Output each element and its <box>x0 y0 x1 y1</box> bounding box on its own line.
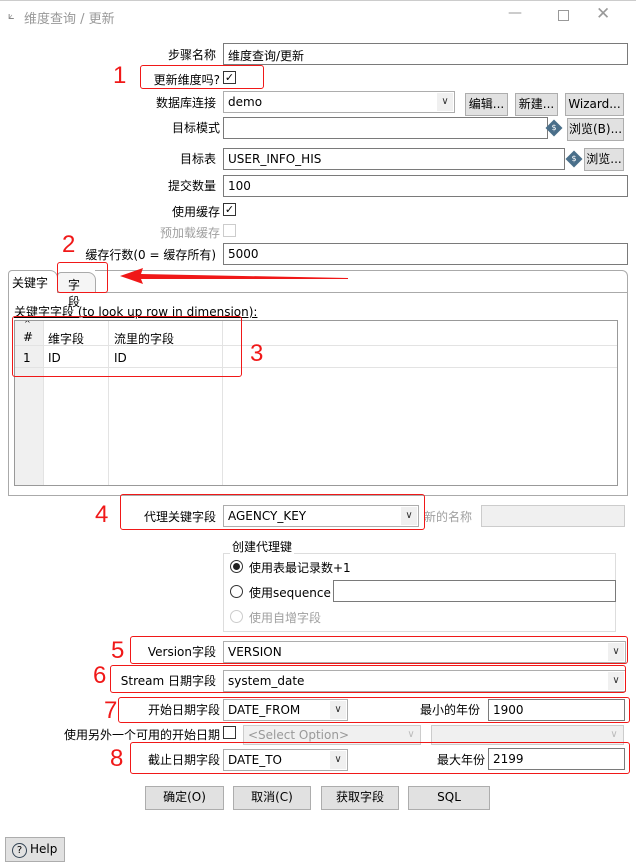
radio-table-max[interactable] <box>230 560 243 573</box>
alt-start-label: 使用另外一个可用的开始日期 <box>63 728 220 742</box>
help-icon: ? <box>12 843 27 858</box>
annotation-box-8 <box>130 742 630 774</box>
browse-schema-button[interactable]: 浏览(B)... <box>567 118 624 141</box>
arrow-annotation <box>120 268 348 284</box>
annotation-box-1 <box>140 65 264 89</box>
group-title: 创建代理键 <box>230 538 295 555</box>
preload-label: 预加载缓存 <box>159 226 220 240</box>
annotation-7: 7 <box>104 697 118 724</box>
annotation-8: 8 <box>110 745 124 772</box>
use-cache-checkbox[interactable]: ✓ <box>223 203 236 216</box>
wizard-button[interactable]: Wizard... <box>565 93 624 116</box>
browse-table-button[interactable]: 浏览... <box>584 148 624 171</box>
annotation-1: 1 <box>113 62 127 89</box>
annotation-2: 2 <box>62 231 76 258</box>
commit-label: 提交数量 <box>167 179 216 193</box>
commit-input[interactable]: 100 <box>223 175 628 197</box>
cancel-button[interactable]: 取消(C) <box>233 786 311 810</box>
annotation-5: 5 <box>111 637 125 664</box>
get-fields-button[interactable]: 获取字段 <box>321 786 399 810</box>
use-cache-label: 使用缓存 <box>171 205 220 219</box>
annotation-4: 4 <box>95 501 109 528</box>
tab-keys[interactable]: 关键字 <box>8 270 58 293</box>
schema-label: 目标模式 <box>171 121 220 135</box>
chevron-down-icon: ∨ <box>403 727 419 743</box>
radio-auto-increment-label: 使用自增字段 <box>249 611 322 625</box>
close-icon[interactable]: ✕ <box>596 4 610 24</box>
annotation-6: 6 <box>93 662 107 689</box>
alt-start-value: <Select Option> <box>248 728 349 742</box>
help-label: Help <box>30 842 58 856</box>
new-name-label: 新的名称 <box>424 510 473 524</box>
annotation-box-7 <box>118 697 630 723</box>
tab-keys-label: 关键字 <box>12 276 49 290</box>
chevron-down-icon: ∨ <box>437 93 453 111</box>
new-name-input <box>481 505 625 527</box>
annotation-box-3 <box>12 316 242 377</box>
cache-rows-label: 缓存行数(0 = 缓存所有) <box>85 248 216 262</box>
window-title: 维度查询 / 更新 <box>24 12 115 27</box>
step-name-label: 步骤名称 <box>167 48 216 62</box>
sql-button[interactable]: SQL <box>408 786 490 810</box>
title-bar: ⟀ 维度查询 / 更新 — ✕ <box>0 0 636 30</box>
minimize-icon[interactable]: — <box>508 5 522 21</box>
alt-start-checkbox[interactable] <box>223 726 236 739</box>
schema-input[interactable] <box>223 117 548 139</box>
help-button[interactable]: ? Help <box>5 837 65 862</box>
db-conn-label: 数据库连接 <box>155 96 216 110</box>
annotation-box-5 <box>130 636 628 664</box>
edit-button[interactable]: 编辑... <box>465 93 508 116</box>
db-conn-select[interactable]: demo ∨ <box>223 91 455 113</box>
radio-table-max-label: 使用表最记录数+1 <box>249 561 351 575</box>
step-name-input[interactable]: 维度查询/更新 <box>223 43 628 65</box>
radio-sequence[interactable] <box>230 585 243 598</box>
annotation-box-6 <box>110 665 626 693</box>
chevron-down-icon: ∨ <box>606 727 622 743</box>
annotation-3: 3 <box>250 340 264 367</box>
cache-rows-input[interactable]: 5000 <box>223 243 628 265</box>
table-label: 目标表 <box>179 152 216 166</box>
annotation-box-4 <box>120 494 425 530</box>
db-conn-value: demo <box>228 95 263 109</box>
preload-checkbox <box>223 224 236 237</box>
sequence-input[interactable] <box>333 580 616 602</box>
app-icon: ⟀ <box>8 9 15 22</box>
annotation-box-2 <box>57 262 108 293</box>
maximize-icon[interactable] <box>558 10 569 21</box>
radio-sequence-label: 使用sequence <box>249 586 331 600</box>
radio-auto-increment <box>230 610 243 623</box>
variable-icon: $ <box>565 150 583 168</box>
variable-icon: $ <box>545 119 563 137</box>
table-input[interactable]: USER_INFO_HIS <box>223 148 565 170</box>
ok-button[interactable]: 确定(O) <box>145 786 224 810</box>
new-button[interactable]: 新建... <box>515 93 558 116</box>
